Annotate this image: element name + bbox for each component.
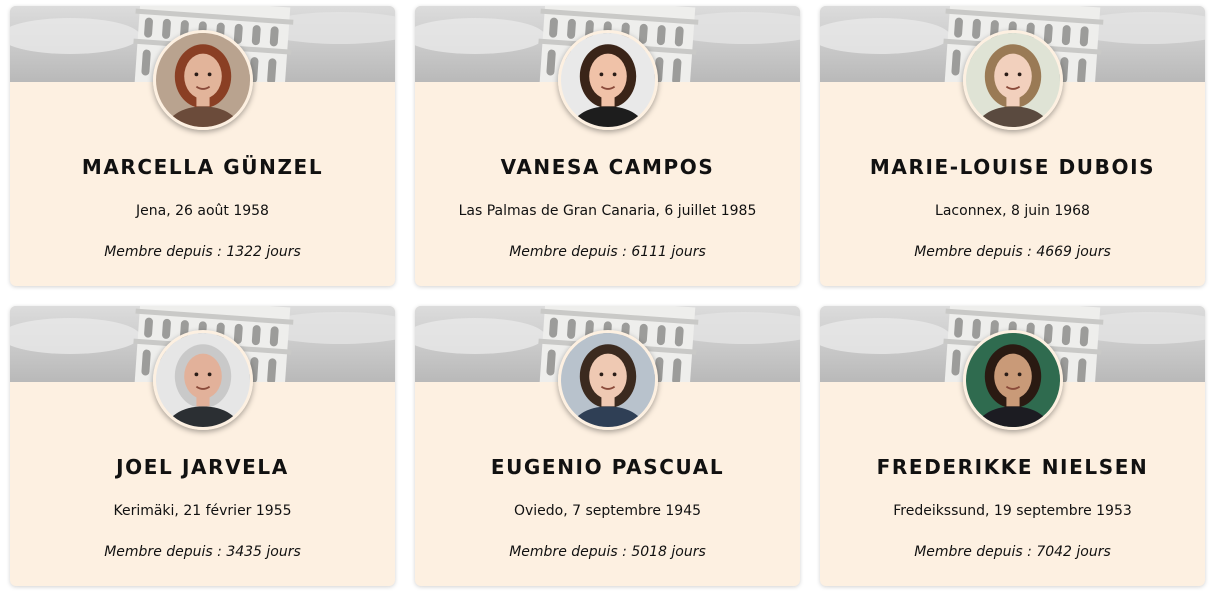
member-since: Membre depuis : 6111 jours bbox=[509, 244, 706, 260]
portrait-image bbox=[155, 33, 250, 127]
avatar bbox=[557, 330, 658, 430]
member-name: Vanesa Campos bbox=[500, 155, 715, 179]
member-birthplace-date: Oviedo, 7 septembre 1945 bbox=[513, 503, 702, 519]
avatar bbox=[557, 30, 658, 130]
member-since: Membre depuis : 3435 jours bbox=[104, 544, 301, 560]
member-card-1[interactable]: Marcella Günzel Jena, 26 août 1958 Membr… bbox=[10, 6, 395, 286]
member-since: Membre depuis : 7042 jours bbox=[914, 544, 1111, 560]
member-birthplace-date: Las Palmas de Gran Canaria, 6 juillet 19… bbox=[458, 203, 757, 219]
member-since: Membre depuis : 1322 jours bbox=[104, 244, 301, 260]
member-card-5[interactable]: Eugenio Pascual Oviedo, 7 septembre 1945… bbox=[415, 306, 800, 586]
member-since: Membre depuis : 5018 jours bbox=[509, 544, 706, 560]
member-card-4[interactable]: Joel Jarvela Kerimäki, 21 février 1955 M… bbox=[10, 306, 395, 586]
member-name: Joel Jarvela bbox=[116, 455, 289, 479]
members-grid: Marcella Günzel Jena, 26 août 1958 Membr… bbox=[10, 6, 1205, 586]
member-card-2[interactable]: Vanesa Campos Las Palmas de Gran Canaria… bbox=[415, 6, 800, 286]
member-birthplace-date: Kerimäki, 21 février 1955 bbox=[113, 503, 292, 519]
portrait-image bbox=[965, 333, 1060, 427]
portrait-image bbox=[965, 33, 1060, 127]
member-name: Eugenio Pascual bbox=[490, 455, 725, 479]
member-birthplace-date: Fredeikssund, 19 septembre 1953 bbox=[893, 503, 1132, 519]
portrait-image bbox=[560, 333, 655, 427]
avatar bbox=[152, 30, 253, 130]
avatar bbox=[962, 330, 1063, 430]
member-card-3[interactable]: Marie-Louise Dubois Laconnex, 8 juin 196… bbox=[820, 6, 1205, 286]
member-birthplace-date: Jena, 26 août 1958 bbox=[136, 203, 269, 219]
portrait-image bbox=[155, 333, 250, 427]
member-since: Membre depuis : 4669 jours bbox=[914, 244, 1111, 260]
avatar bbox=[962, 30, 1063, 130]
avatar bbox=[152, 330, 253, 430]
portrait-image bbox=[560, 33, 655, 127]
member-name: Marcella Günzel bbox=[81, 155, 324, 179]
member-birthplace-date: Laconnex, 8 juin 1968 bbox=[935, 203, 1090, 219]
member-card-6[interactable]: Frederikke Nielsen Fredeikssund, 19 sept… bbox=[820, 306, 1205, 586]
member-name: Marie-Louise Dubois bbox=[869, 155, 1156, 179]
member-name: Frederikke Nielsen bbox=[876, 455, 1149, 479]
